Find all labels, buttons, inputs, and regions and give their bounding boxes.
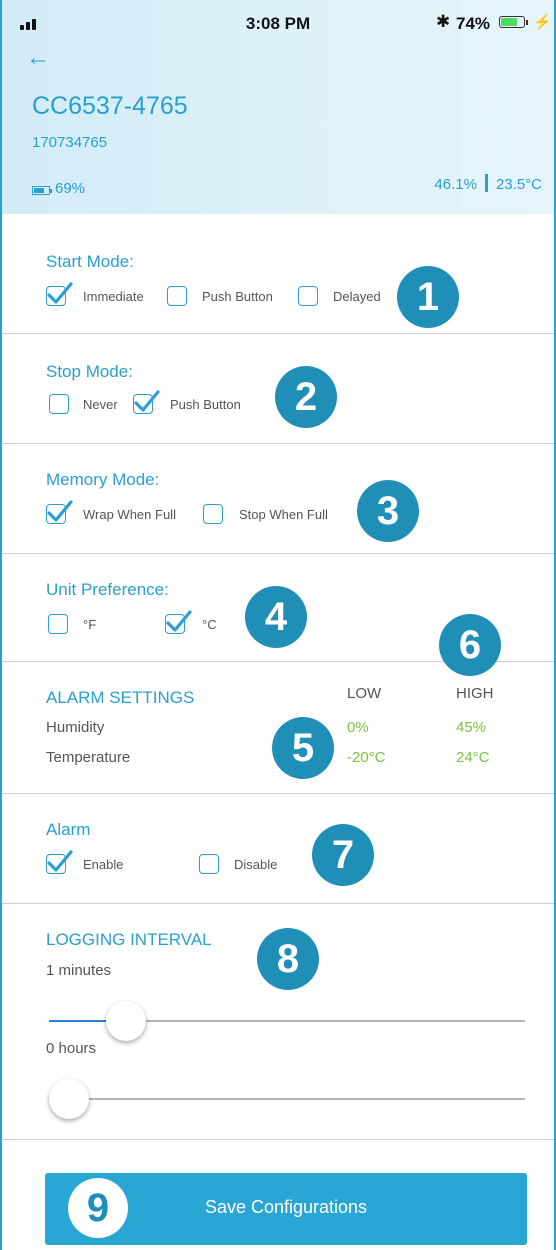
logging-interval-title: LOGGING INTERVAL: [46, 930, 212, 949]
app-frame: 3:08 PM ✱ 74% ⚡ ← CC6537-4765 170734765 …: [0, 0, 556, 1250]
hours-label: 0 hours: [46, 1040, 97, 1057]
battery-icon: [499, 16, 525, 28]
annotation-badge: 8: [257, 928, 319, 990]
start-mode-delayed-label: Delayed: [333, 289, 381, 304]
humidity-reading: 46.1%: [434, 176, 477, 193]
reading-separator: [484, 174, 488, 192]
annotation-badge: 5: [272, 717, 334, 779]
minutes-slider-thumb[interactable]: [106, 1001, 147, 1041]
device-serial: 170734765: [32, 134, 108, 151]
alarm-settings-section: ALARM SETTINGS LOW HIGH Humidity 0% 45% …: [2, 662, 554, 794]
device-header: 3:08 PM ✱ 74% ⚡ ← CC6537-4765 170734765 …: [2, 0, 554, 214]
memory-mode-wrap-label: Wrap When Full: [83, 507, 176, 522]
start-mode-checkbox[interactable]: [46, 282, 73, 306]
alarm-checkbox[interactable]: [46, 850, 73, 874]
start-mode-immediate-label: Immediate: [83, 289, 144, 304]
annotation-badge: 4: [245, 586, 307, 648]
annotation-badge: 2: [275, 366, 337, 428]
temperature-low-value[interactable]: -20°C: [347, 749, 386, 766]
alarm-settings-title: ALARM SETTINGS: [46, 688, 195, 707]
checkmark-icon: [47, 282, 73, 304]
memory-mode-section: Memory Mode: Wrap When Full Stop When Fu…: [2, 444, 554, 554]
alarm-low-header: LOW: [347, 685, 382, 702]
checkmark-icon: [47, 850, 73, 872]
checkmark-icon: [134, 390, 160, 412]
annotation-badge: 7: [312, 824, 374, 886]
memory-mode-stop-label: Stop When Full: [239, 507, 328, 522]
annotation-badge: 6: [439, 614, 501, 676]
unit-checkbox[interactable]: [165, 610, 192, 634]
start-mode-title: Start Mode:: [46, 252, 134, 271]
stop-mode-section: Stop Mode: Never Push Button 2: [2, 334, 554, 444]
checkmark-icon: [47, 500, 73, 522]
alarm-checkbox[interactable]: [199, 854, 219, 874]
device-battery-icon: [32, 186, 52, 195]
stop-mode-title: Stop Mode:: [46, 362, 133, 381]
stop-mode-checkbox[interactable]: [49, 394, 69, 414]
alarm-title: Alarm: [46, 820, 91, 839]
memory-mode-checkbox[interactable]: [46, 500, 73, 524]
logging-interval-section: LOGGING INTERVAL 1 minutes 0 hours 8: [2, 904, 554, 1140]
back-arrow-icon[interactable]: ←: [26, 44, 50, 72]
status-battery-percent: 74%: [456, 14, 491, 33]
charging-icon: ⚡: [533, 14, 552, 31]
alarm-row-label: Humidity: [46, 719, 105, 736]
alarm-row-label: Temperature: [46, 749, 131, 766]
temperature-high-value[interactable]: 24°C: [456, 749, 490, 766]
humidity-low-value[interactable]: 0%: [347, 719, 369, 736]
battery-tip: [526, 20, 528, 25]
annotation-badge: 3: [357, 480, 419, 542]
save-configurations-button[interactable]: 9 Save Configurations: [45, 1173, 527, 1245]
alarm-disable-label: Disable: [234, 857, 278, 872]
alarm-high-header: HIGH: [456, 685, 494, 702]
hours-slider-track[interactable]: [49, 1098, 525, 1100]
unit-checkbox[interactable]: [48, 614, 68, 634]
start-mode-section: Start Mode: Immediate Push Button Delaye…: [2, 214, 554, 334]
stop-mode-checkbox[interactable]: [133, 390, 160, 414]
humidity-high-value[interactable]: 45%: [456, 719, 486, 736]
temperature-reading: 23.5°C: [495, 176, 542, 193]
device-readings: 46.1% 23.5°C: [342, 174, 542, 193]
unit-fahrenheit-label: °F: [83, 617, 97, 632]
hours-slider-thumb[interactable]: [49, 1079, 89, 1119]
annotation-badge: 1: [397, 266, 459, 328]
device-battery-level: 69%: [55, 180, 86, 197]
device-name: CC6537-4765: [32, 92, 188, 120]
stop-mode-never-label: Never: [83, 397, 118, 412]
stop-mode-push-button-label: Push Button: [170, 397, 241, 412]
start-mode-checkbox[interactable]: [167, 286, 187, 306]
unit-preference-title: Unit Preference:: [46, 580, 169, 599]
save-configurations-label: Save Configurations: [204, 1197, 368, 1217]
memory-mode-title: Memory Mode:: [46, 470, 160, 489]
minutes-slider-fill: [49, 1020, 107, 1022]
unit-celsius-label: °C: [202, 617, 217, 632]
start-mode-push-button-label: Push Button: [202, 289, 273, 304]
memory-mode-checkbox[interactable]: [203, 504, 223, 524]
checkmark-icon: [166, 610, 192, 632]
bluetooth-icon: ✱: [436, 12, 451, 31]
alarm-enable-label: Enable: [83, 857, 124, 872]
alarm-section: Alarm Enable Disable 7: [2, 794, 554, 904]
start-mode-checkbox[interactable]: [298, 286, 318, 306]
minutes-label: 1 minutes: [46, 962, 112, 979]
